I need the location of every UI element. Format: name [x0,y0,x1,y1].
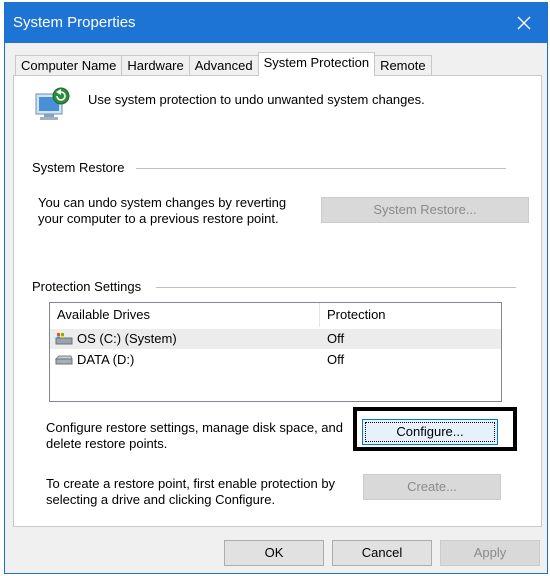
column-protection[interactable]: Protection [320,303,501,327]
create-description-line1: To create a restore point, first enable … [46,476,336,491]
system-drive-icon [55,333,73,345]
tab-strip: Computer Name Hardware Advanced System P… [15,52,432,76]
cancel-button[interactable]: Cancel [332,540,432,566]
drive-protection: Off [327,352,345,367]
create-description-line2: selecting a drive and clicking Configure… [46,492,276,507]
close-icon [517,16,531,30]
tab-remote[interactable]: Remote [374,55,432,76]
system-properties-window: System Properties Computer Name Hardware… [4,2,548,574]
system-restore-description-line2: your computer to a previous restore poin… [38,211,279,226]
drive-icon [55,355,73,365]
close-button[interactable] [501,3,547,43]
intro-text: Use system protection to undo unwanted s… [88,92,425,107]
system-protection-icon [35,87,70,120]
system-restore-divider [136,168,506,169]
drives-list[interactable]: Available Drives Protection OS (C:) (Sys… [49,302,502,402]
protection-settings-title: Protection Settings [32,279,142,294]
tab-system-protection[interactable]: System Protection [257,52,376,76]
title-bar[interactable]: System Properties [5,3,547,43]
ok-button[interactable]: OK [224,540,324,566]
configure-description-line1: Configure restore settings, manage disk … [46,420,344,435]
configure-description-line2: delete restore points. [46,436,168,451]
drive-name: OS (C:) (System) [77,331,177,346]
column-available-drives[interactable]: Available Drives [50,303,320,327]
apply-button[interactable]: Apply [440,540,540,566]
system-restore-description-line1: You can undo system changes by reverting [38,195,287,210]
system-restore-button[interactable]: System Restore... [321,197,529,223]
system-restore-title: System Restore [32,160,125,175]
window-title: System Properties [13,14,136,31]
tab-hardware[interactable]: Hardware [121,55,190,76]
drives-list-header: Available Drives Protection [50,303,501,327]
tab-computer-name[interactable]: Computer Name [15,55,123,76]
drive-row-data[interactable]: DATA (D:) Off [50,350,501,370]
system-protection-panel: Use system protection to undo unwanted s… [13,75,542,527]
protection-settings-divider [156,287,516,288]
create-button[interactable]: Create... [363,474,501,500]
tab-advanced[interactable]: Advanced [188,55,259,76]
drive-name: DATA (D:) [77,352,135,367]
drive-row-os[interactable]: OS (C:) (System) Off [50,329,501,349]
annotation-highlight-box [353,407,517,451]
drive-protection: Off [327,331,345,346]
